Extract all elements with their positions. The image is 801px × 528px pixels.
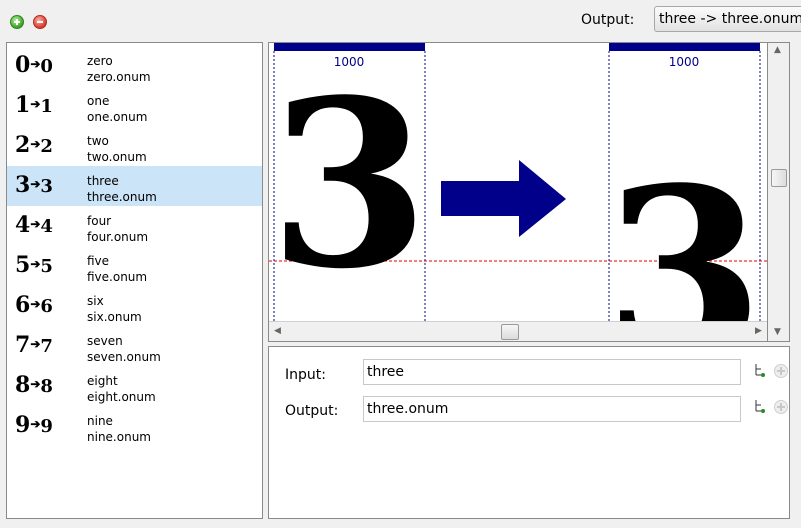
- output-glyph-name: eight.onum: [87, 390, 156, 404]
- glyph-picker-icon[interactable]: [753, 363, 767, 379]
- glyph-preview: 8➔8: [15, 372, 53, 398]
- substitution-arrow-icon: [441, 160, 566, 237]
- output-mode-select[interactable]: three -> three.onum: [654, 6, 801, 32]
- add-input-icon[interactable]: [774, 364, 788, 378]
- output-glyph-name: one.onum: [87, 110, 148, 124]
- scroll-down-arrow-icon[interactable]: ▼: [774, 327, 781, 337]
- horizontal-scroll-thumb[interactable]: [501, 324, 519, 340]
- list-item[interactable]: 8➔8 eight eight.onum: [7, 366, 262, 406]
- substitution-form: Input: three Output: three.onum: [268, 346, 790, 519]
- scroll-up-arrow-icon[interactable]: ▲: [774, 45, 781, 55]
- glyph-preview: 4➔4: [15, 212, 53, 238]
- glyph-preview: 7➔7: [15, 332, 53, 358]
- output-label: Output:: [285, 403, 339, 419]
- output-glyph-outline: 3: [604, 138, 764, 321]
- list-item[interactable]: 6➔6 six six.onum: [7, 286, 262, 326]
- right-glyph-header-bar: [609, 43, 760, 51]
- list-item[interactable]: 9➔9 nine nine.onum: [7, 406, 262, 446]
- list-item-selected[interactable]: 3➔3 three three.onum: [7, 166, 262, 206]
- list-item[interactable]: 7➔7 seven seven.onum: [7, 326, 262, 366]
- glyph-preview: 3➔3: [15, 172, 53, 198]
- input-glyph-name: seven: [87, 334, 123, 348]
- input-glyph-outline: 3: [269, 50, 429, 320]
- input-glyph-name: five: [87, 254, 110, 268]
- input-glyph-name: six: [87, 294, 104, 308]
- glyph-preview: 1➔1: [15, 92, 53, 118]
- output-glyph-name: three.onum: [87, 190, 157, 204]
- vertical-scrollbar[interactable]: ▲ ▼: [768, 42, 790, 342]
- output-glyph-name: six.onum: [87, 310, 142, 324]
- output-glyph-name: five.onum: [87, 270, 148, 284]
- horizontal-scrollbar[interactable]: ◀ ▶: [269, 321, 767, 341]
- output-glyph-name: four.onum: [87, 230, 149, 244]
- output-mode-label: Output:: [581, 12, 635, 28]
- list-item[interactable]: 4➔4 four four.onum: [7, 206, 262, 246]
- scroll-left-arrow-icon[interactable]: ◀: [274, 326, 281, 336]
- substitution-list[interactable]: 0➔0 zero zero.onum 1➔1 one one.onum 2➔2 tw…: [6, 42, 263, 519]
- right-advance-width: 1000: [669, 55, 700, 69]
- preview-svg: 1000 1000 3 3: [269, 43, 767, 321]
- output-field[interactable]: three.onum: [363, 396, 741, 422]
- glyph-preview: 5➔5: [15, 252, 53, 278]
- scroll-right-arrow-icon[interactable]: ▶: [755, 326, 762, 336]
- input-field[interactable]: three: [363, 359, 741, 385]
- list-item[interactable]: 1➔1 one one.onum: [7, 86, 262, 126]
- input-glyph-name: eight: [87, 374, 118, 388]
- input-glyph-name: zero: [87, 54, 113, 68]
- glyph-preview: 6➔6: [15, 292, 53, 318]
- input-glyph-name: two: [87, 134, 109, 148]
- glyph-preview: 0➔0: [15, 52, 53, 78]
- list-item[interactable]: 5➔5 five five.onum: [7, 246, 262, 286]
- vertical-scroll-thumb[interactable]: [771, 169, 787, 187]
- input-glyph-name: three: [87, 174, 119, 188]
- glyph-preview: 2➔2: [15, 132, 53, 158]
- input-glyph-name: one: [87, 94, 110, 108]
- glyph-picker-icon[interactable]: [753, 399, 767, 415]
- remove-icon[interactable]: [33, 15, 47, 29]
- input-glyph-name: nine: [87, 414, 113, 428]
- add-icon[interactable]: [10, 15, 24, 29]
- input-glyph-name: four: [87, 214, 112, 228]
- output-glyph-name: zero.onum: [87, 70, 151, 84]
- output-glyph-name: two.onum: [87, 150, 147, 164]
- output-glyph-name: nine.onum: [87, 430, 151, 444]
- list-item[interactable]: 0➔0 zero zero.onum: [7, 46, 262, 86]
- input-label: Input:: [285, 367, 326, 383]
- add-output-icon[interactable]: [774, 400, 788, 414]
- output-glyph-name: seven.onum: [87, 350, 161, 364]
- list-item[interactable]: 2➔2 two two.onum: [7, 126, 262, 166]
- glyph-preview-canvas[interactable]: 1000 1000 3 3: [268, 42, 768, 342]
- glyph-preview: 9➔9: [15, 412, 53, 438]
